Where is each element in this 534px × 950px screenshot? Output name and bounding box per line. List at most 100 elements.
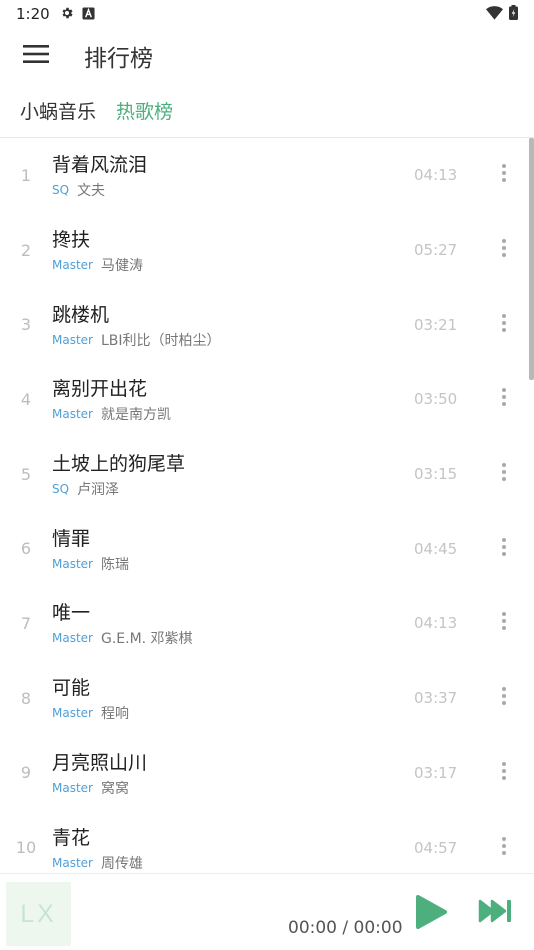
song-rank: 9 — [20, 763, 32, 783]
a-box-icon — [82, 5, 95, 24]
album-cover[interactable]: LX — [6, 882, 71, 946]
song-title: 唯一 — [52, 602, 91, 625]
song-artist: 就是南方凯 — [100, 407, 171, 424]
song-rank: 2 — [20, 240, 32, 260]
song-artist: 马健涛 — [100, 258, 143, 275]
more-vert-icon — [502, 239, 506, 261]
more-options-button[interactable] — [474, 603, 534, 643]
more-vert-icon — [502, 687, 506, 709]
battery-icon — [509, 4, 518, 24]
quality-badge: Master — [52, 258, 93, 273]
song-title: 可能 — [52, 677, 91, 700]
page-title: 排行榜 — [84, 46, 153, 72]
song-title: 搀扶 — [52, 229, 91, 252]
status-bar: 1:20 — [0, 0, 534, 28]
song-artist: 程响 — [100, 706, 129, 723]
more-vert-icon — [502, 537, 506, 560]
menu-button[interactable] — [0, 28, 72, 84]
song-title: 月亮照山川 — [52, 751, 148, 774]
more-options-button[interactable] — [474, 230, 534, 270]
more-vert-icon — [502, 164, 506, 186]
song-rank: 4 — [20, 389, 32, 409]
song-artist: 窝窝 — [100, 780, 129, 797]
tab-hot-chart[interactable]: 热歌榜 — [116, 97, 173, 124]
song-title: 跳楼机 — [52, 303, 110, 326]
more-options-button[interactable] — [474, 753, 534, 793]
quality-badge: SQ — [52, 482, 70, 497]
quality-badge: Master — [52, 556, 93, 571]
gear-icon — [60, 5, 74, 24]
more-vert-icon — [502, 761, 506, 784]
song-rank: 3 — [20, 315, 32, 335]
song-title: 离别开出花 — [52, 378, 148, 401]
song-row[interactable]: 6 情罪 Master 陈瑞 04:45 — [0, 511, 534, 586]
player-bar: LX 00:00 / 00:00 — [0, 873, 534, 950]
song-list: 1 背着风流泪 SQ 文夫 04:13 2 搀扶 Master 马健涛 05:27 … — [0, 138, 534, 873]
quality-badge: SQ — [52, 183, 70, 198]
quality-badge: Master — [52, 780, 93, 795]
skip-next-icon — [478, 899, 514, 928]
quality-badge: Master — [52, 855, 93, 870]
more-options-button[interactable] — [474, 454, 534, 494]
song-row[interactable]: 2 搀扶 Master 马健涛 05:27 — [0, 213, 534, 288]
song-duration: 03:50 — [414, 390, 458, 409]
song-rank: 5 — [20, 464, 32, 484]
status-time: 1:20 — [16, 5, 50, 23]
more-vert-icon — [502, 463, 506, 485]
play-button[interactable] — [414, 894, 452, 932]
song-rank: 6 — [20, 539, 32, 559]
hamburger-menu-icon — [23, 44, 49, 68]
song-row[interactable]: 8 可能 Master 程响 03:37 — [0, 661, 534, 736]
song-duration: 05:27 — [414, 241, 458, 260]
song-row[interactable]: 5 土坡上的狗尾草 SQ 卢润泽 03:15 — [0, 437, 534, 512]
song-row[interactable]: 10 青花 Master 周传雄 04:57 — [0, 810, 534, 873]
song-duration: 03:17 — [414, 763, 458, 782]
song-artist: 陈瑞 — [100, 556, 129, 573]
song-duration: 03:37 — [414, 689, 458, 708]
song-title: 背着风流泪 — [52, 154, 148, 177]
song-duration: 04:45 — [414, 539, 458, 558]
more-vert-icon — [502, 612, 506, 634]
more-options-button[interactable] — [474, 305, 534, 345]
song-title: 青花 — [52, 826, 91, 849]
song-rank: 7 — [20, 613, 32, 633]
app-header: 排行榜 — [0, 28, 534, 84]
song-artist: LBI利比（时柏尘） — [100, 332, 221, 349]
more-options-button[interactable] — [474, 155, 534, 195]
tab-source[interactable]: 小蜗音乐 — [20, 97, 96, 124]
song-artist: 卢润泽 — [77, 482, 120, 499]
quality-badge: Master — [52, 332, 93, 347]
more-vert-icon — [502, 836, 506, 859]
song-duration: 04:57 — [414, 838, 458, 857]
song-duration: 03:15 — [414, 465, 458, 484]
song-row[interactable]: 4 离别开出花 Master 就是南方凯 03:50 — [0, 362, 534, 437]
cover-logo-text: LX — [20, 899, 57, 928]
song-row[interactable]: 1 背着风流泪 SQ 文夫 04:13 — [0, 138, 534, 213]
song-row[interactable]: 9 月亮照山川 Master 窝窝 03:17 — [0, 736, 534, 811]
song-rank: 8 — [20, 688, 32, 708]
more-options-button[interactable] — [474, 678, 534, 718]
song-row[interactable]: 7 唯一 Master G.E.M. 邓紫棋 04:13 — [0, 586, 534, 661]
more-vert-icon — [502, 313, 506, 336]
playback-time: 00:00 / 00:00 — [288, 918, 403, 938]
quality-badge: Master — [52, 631, 93, 646]
song-artist: 周传雄 — [100, 855, 143, 872]
quality-badge: Master — [52, 407, 93, 422]
quality-badge: Master — [52, 706, 93, 721]
song-title: 情罪 — [52, 527, 91, 550]
song-artist: 文夫 — [77, 183, 106, 200]
song-rank: 10 — [15, 838, 37, 858]
play-icon — [414, 895, 448, 934]
song-duration: 04:13 — [414, 166, 458, 185]
list-scrollbar[interactable] — [529, 138, 534, 380]
more-options-button[interactable] — [474, 379, 534, 419]
song-duration: 04:13 — [414, 614, 458, 633]
more-options-button[interactable] — [474, 529, 534, 569]
more-options-button[interactable] — [474, 828, 534, 868]
source-tabs: 小蜗音乐 热歌榜 — [0, 84, 534, 138]
song-rank: 1 — [20, 165, 32, 185]
wifi-icon — [486, 5, 503, 24]
next-button[interactable] — [478, 898, 516, 928]
more-vert-icon — [502, 388, 506, 410]
song-row[interactable]: 3 跳楼机 Master LBI利比（时柏尘） 03:21 — [0, 287, 534, 362]
